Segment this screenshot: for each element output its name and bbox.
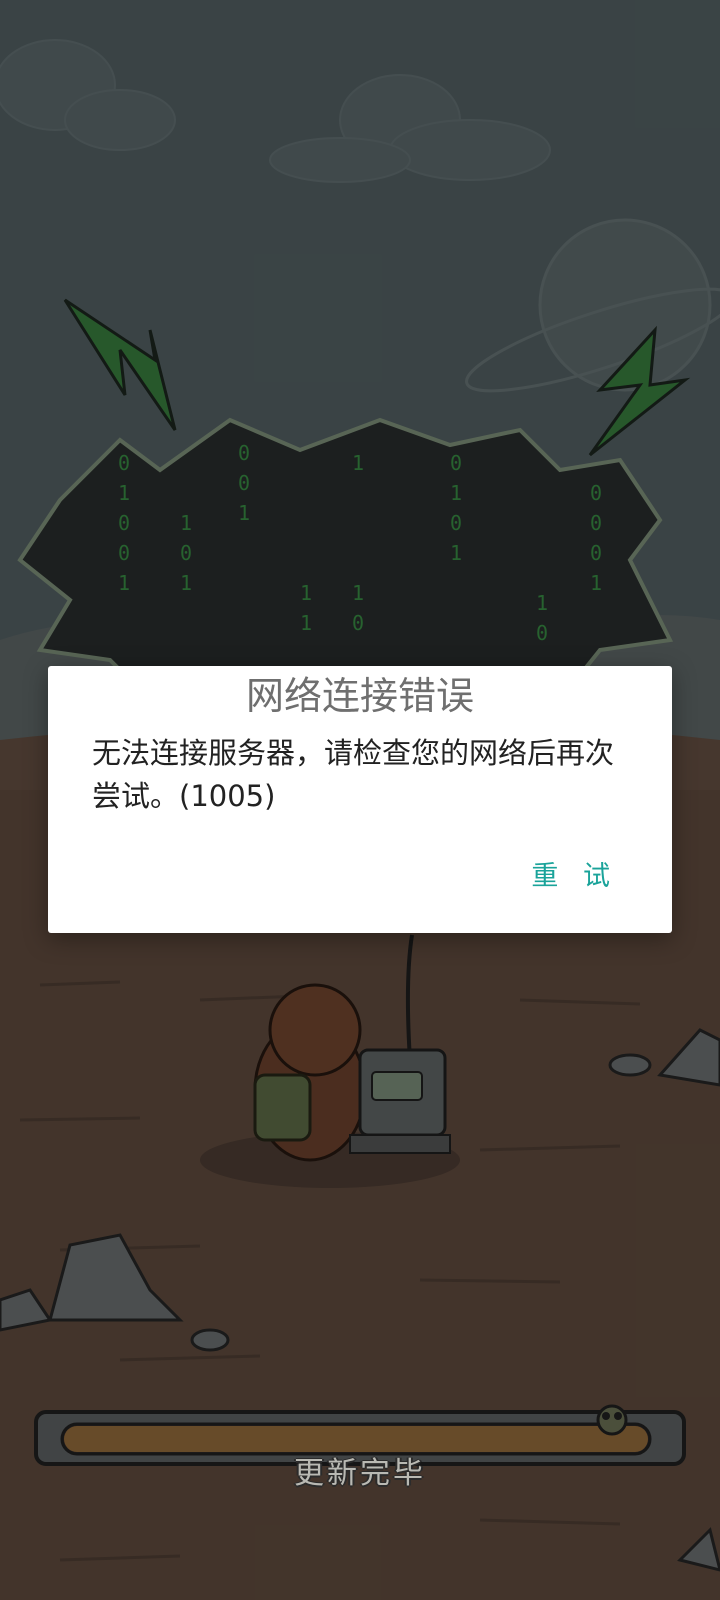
network-error-dialog: 网络连接错误 无法连接服务器，请检查您的网络后再次尝试。(1005) 重 试 — [48, 666, 672, 933]
dialog-title: 网络连接错误 — [245, 674, 474, 718]
retry-button[interactable]: 重 试 — [527, 848, 622, 899]
dialog-message: 无法连接服务器，请检查您的网络后再次尝试。(1005) — [92, 736, 615, 813]
loading-status-text: 更新完毕 — [294, 1456, 426, 1491]
